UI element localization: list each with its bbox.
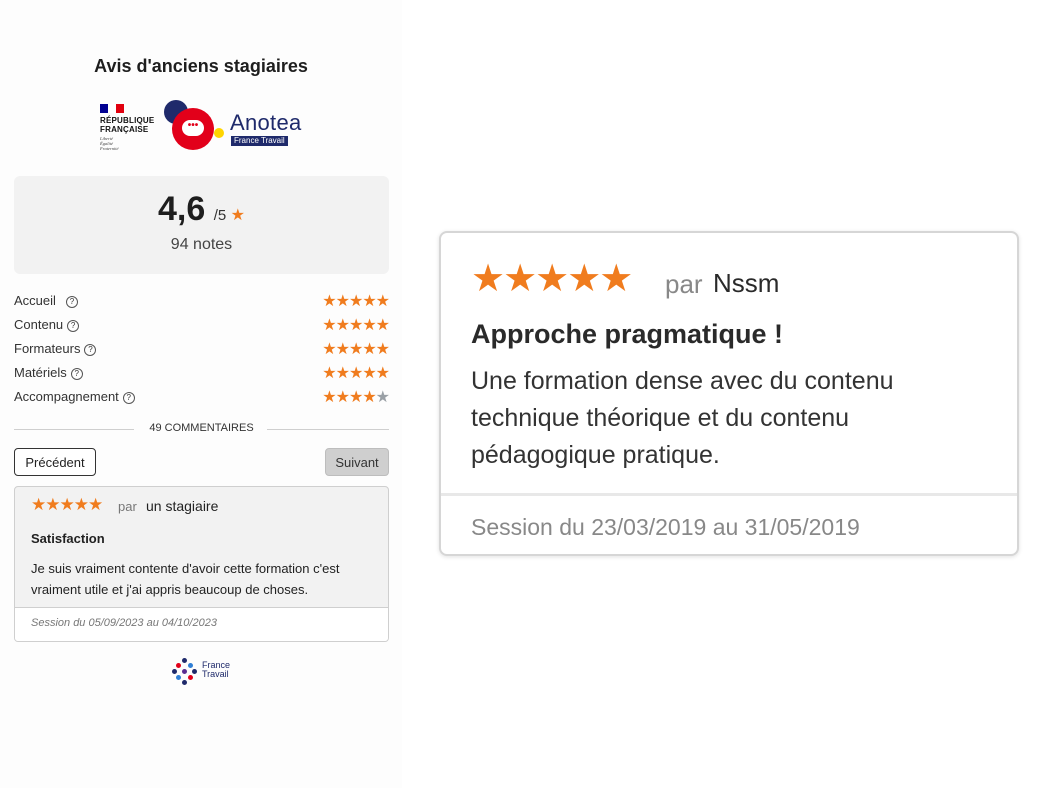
review-text: Je suis vraiment contente d'avoir cette …	[31, 561, 340, 597]
criterion-label: Accompagnement	[14, 389, 119, 404]
criterion-stars: ★★★★★	[322, 389, 390, 406]
criterion-row-contenu: Contenu? ★★★★★	[14, 316, 390, 336]
criterion-label: Formateurs	[14, 341, 81, 356]
comments-count: 49 COMMENTAIRES	[149, 422, 254, 434]
republique-francaise-logo: RÉPUBLIQUE FRANÇAISE	[100, 116, 155, 134]
zoomed-review-title: Approche pragmatique !	[471, 319, 784, 349]
criterion-stars: ★★★★★	[322, 341, 390, 358]
widget-title: Avis d'anciens stagiaires	[94, 56, 308, 76]
anotea-dot-yellow	[214, 128, 224, 138]
review-par-label: par	[118, 499, 137, 514]
france-travail-line2: Travail	[202, 669, 229, 679]
ratings-count: 94 notes	[170, 236, 233, 253]
previous-button[interactable]: Précédent	[14, 448, 96, 476]
chat-bubble-icon: •••	[182, 120, 204, 136]
average-score: 4,6	[157, 190, 206, 228]
republique-motto: Liberté Égalité Fraternité	[100, 136, 119, 151]
anotea-widget: Avis d'anciens stagiaires RÉPUBLIQUE FRA…	[0, 0, 402, 788]
review-stars: ★★★★★	[31, 495, 103, 514]
criterion-label: Matériels	[14, 365, 67, 380]
criterion-label: Contenu	[14, 317, 64, 332]
zoomed-review-card: ★★★★★ par Nssm Approche pragmatique ! Un…	[439, 231, 1019, 556]
criterion-stars: ★★★★★	[322, 317, 390, 334]
anotea-subtitle: France Travail	[231, 136, 288, 146]
zoomed-review-session: Session du 23/03/2019 au 31/05/2019	[471, 514, 860, 540]
criterion-row-materiels: Matériels? ★★★★★	[14, 364, 390, 384]
criterion-row-accueil: Accueil? ★★★★★	[14, 292, 390, 312]
zoomed-review-par-label: par	[665, 269, 703, 299]
zoomed-review-stars: ★★★★★	[471, 258, 633, 300]
review-footer: Session du 05/09/2023 au 04/10/2023	[15, 607, 388, 641]
help-icon[interactable]: ?	[84, 344, 97, 356]
review-author: un stagiaire	[146, 498, 219, 514]
review-card: ★★★★★ par un stagiaire Satisfaction Je s…	[14, 486, 389, 642]
partner-logos: RÉPUBLIQUE FRANÇAISE Liberté Égalité Fra…	[98, 98, 318, 156]
review-session: Session du 05/09/2023 au 04/10/2023	[31, 617, 217, 629]
france-travail-dots-icon	[172, 658, 198, 685]
criterion-stars: ★★★★★	[322, 365, 390, 382]
france-travail-logo: France Travail	[172, 656, 242, 686]
zoomed-review-footer: Session du 23/03/2019 au 31/05/2019	[441, 493, 1017, 559]
score-denominator: /5	[213, 207, 227, 224]
help-icon[interactable]: ?	[70, 368, 83, 380]
criterion-label: Accueil	[14, 293, 56, 308]
criterion-row-formateurs: Formateurs? ★★★★★	[14, 340, 390, 360]
zoomed-review-text: Une formation dense avec du contenu tech…	[471, 367, 894, 469]
help-icon[interactable]: ?	[65, 296, 78, 308]
comments-divider: 49 COMMENTAIRES	[14, 422, 389, 436]
next-button[interactable]: Suivant	[325, 448, 389, 476]
zoomed-review-author: Nssm	[713, 268, 780, 298]
help-icon[interactable]: ?	[122, 392, 135, 404]
criterion-row-accompagnement: Accompagnement? ★★★★★	[14, 388, 390, 408]
star-icon: ★	[230, 207, 246, 224]
review-title: Satisfaction	[31, 531, 105, 546]
score-summary: 4,6 /5 ★ 94 notes	[14, 176, 389, 274]
help-icon[interactable]: ?	[67, 320, 80, 332]
criterion-stars: ★★★★★	[322, 293, 390, 310]
anotea-name: Anotea	[230, 110, 302, 135]
republique-flag-icon	[100, 104, 124, 113]
